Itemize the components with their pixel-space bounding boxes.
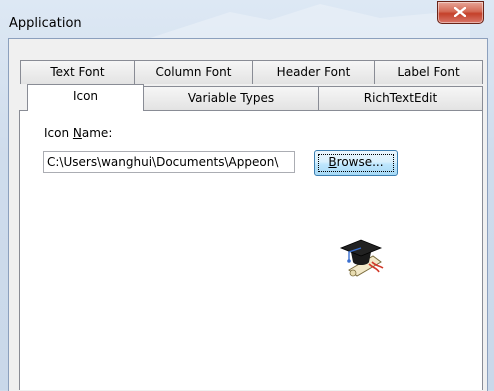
tab-icon[interactable]: Icon bbox=[27, 84, 144, 111]
icon-path-input[interactable]: C:\Users\wanghui\Documents\Appeon\ bbox=[43, 151, 295, 173]
browse-button[interactable]: Browse... bbox=[314, 150, 398, 176]
tab-richtextedit[interactable]: RichTextEdit bbox=[318, 86, 483, 110]
tab-label: Label Font bbox=[397, 65, 460, 79]
icon-name-label: Icon Name: bbox=[44, 126, 112, 140]
tab-label-font[interactable]: Label Font bbox=[374, 60, 483, 84]
tab-column-font[interactable]: Column Font bbox=[134, 60, 253, 84]
tab-variable-types[interactable]: Variable Types bbox=[143, 86, 319, 110]
window-title: Application bbox=[9, 16, 82, 31]
tab-header-font[interactable]: Header Font bbox=[252, 60, 375, 84]
tab-text-font[interactable]: Text Font bbox=[20, 60, 135, 84]
label-text: Icon bbox=[44, 126, 73, 140]
titlebar-mountain-decoration bbox=[150, 4, 470, 38]
tab-label: Icon bbox=[72, 89, 99, 103]
close-button[interactable] bbox=[437, 1, 484, 24]
label-mnemonic: N bbox=[72, 126, 82, 140]
tab-label: RichTextEdit bbox=[363, 91, 438, 105]
label-text-rest: ame: bbox=[81, 126, 113, 140]
tab-label: Variable Types bbox=[187, 91, 275, 105]
graduation-cap-diploma-icon bbox=[339, 239, 384, 277]
tab-label: Header Font bbox=[276, 65, 351, 79]
tab-label: Column Font bbox=[155, 65, 232, 79]
close-icon bbox=[454, 7, 466, 17]
focus-rect bbox=[318, 154, 394, 172]
tab-label: Text Font bbox=[50, 65, 105, 79]
application-window: Application Text Font Column Font Header… bbox=[0, 0, 494, 391]
title-bar[interactable]: Application bbox=[0, 0, 494, 38]
